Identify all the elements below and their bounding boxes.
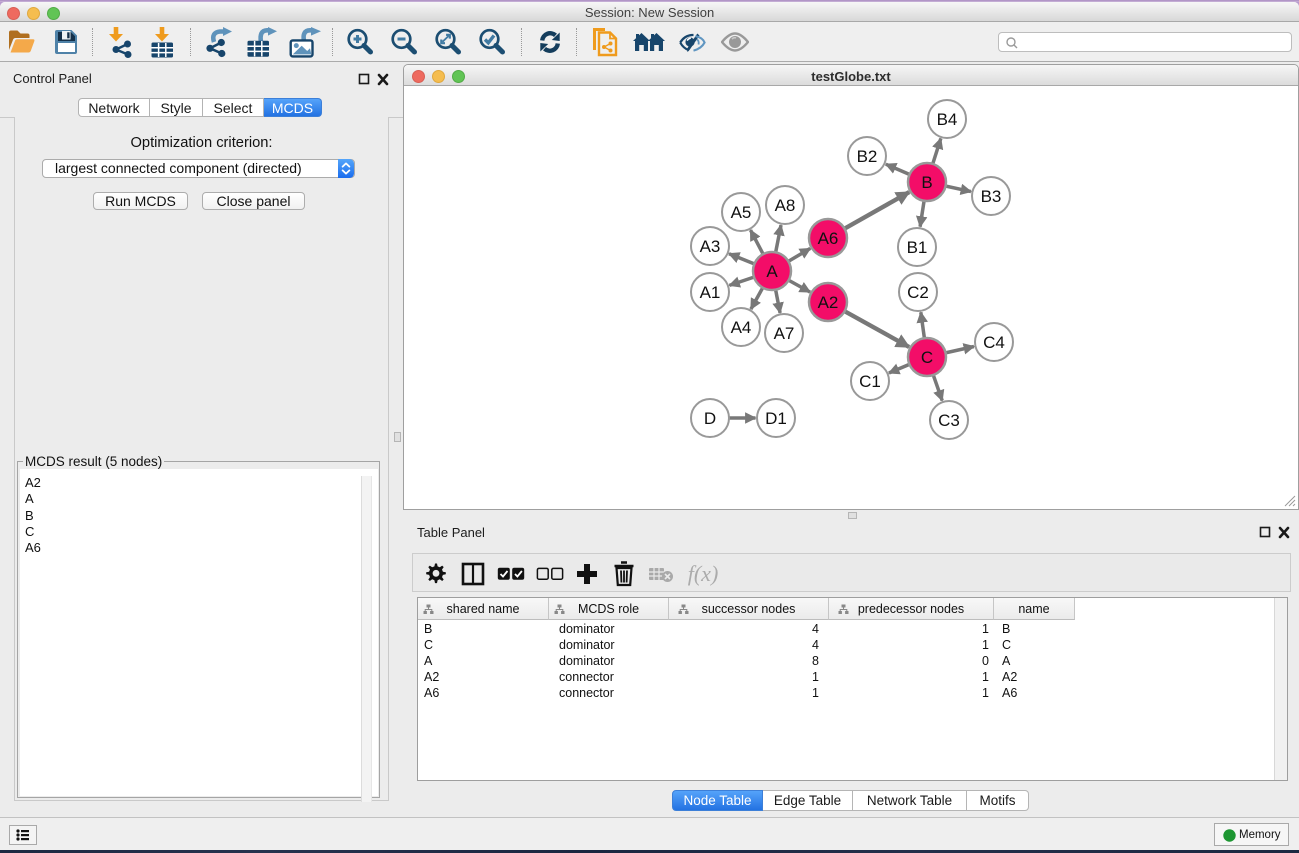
svg-text:B4: B4 [937, 110, 958, 129]
svg-text:A: A [766, 262, 778, 281]
svg-text:A5: A5 [731, 203, 752, 222]
svg-text:A6: A6 [818, 229, 839, 248]
svg-text:A2: A2 [818, 293, 839, 312]
svg-text:D1: D1 [765, 409, 787, 428]
svg-text:C: C [921, 348, 933, 367]
svg-text:C2: C2 [907, 283, 929, 302]
svg-text:C1: C1 [859, 372, 881, 391]
svg-text:A3: A3 [700, 237, 721, 256]
svg-text:A7: A7 [774, 324, 795, 343]
svg-text:B: B [921, 173, 932, 192]
svg-text:A8: A8 [775, 196, 796, 215]
svg-text:D: D [704, 409, 716, 428]
svg-text:A1: A1 [700, 283, 721, 302]
svg-text:B1: B1 [907, 238, 928, 257]
svg-text:B3: B3 [981, 187, 1002, 206]
svg-text:C3: C3 [938, 411, 960, 430]
svg-text:C4: C4 [983, 333, 1005, 352]
svg-text:A4: A4 [731, 318, 752, 337]
svg-text:B2: B2 [857, 147, 878, 166]
